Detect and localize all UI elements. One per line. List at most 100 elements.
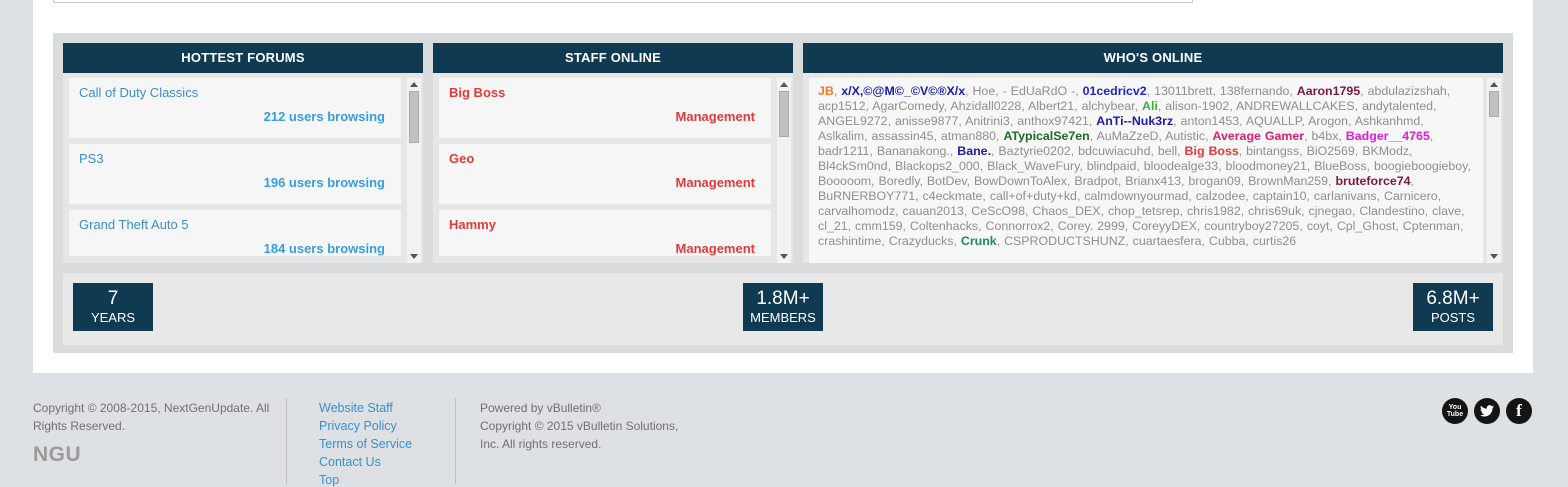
online-user-link[interactable]: Aslkalim: [818, 129, 864, 143]
online-user-link[interactable]: Corey. 2999: [1058, 219, 1125, 233]
scroll-up-icon[interactable]: [1490, 82, 1498, 87]
online-user-link[interactable]: Bradpot: [1074, 174, 1117, 188]
online-user-link[interactable]: Bl4ckSm0nd: [818, 159, 888, 173]
twitter-icon[interactable]: [1474, 398, 1500, 424]
online-user-link[interactable]: b4bx: [1312, 129, 1339, 143]
online-user-link[interactable]: Crunk: [961, 234, 997, 248]
online-user-link[interactable]: Connorrox2: [986, 219, 1051, 233]
forum-link[interactable]: PS3: [79, 151, 104, 166]
online-user-link[interactable]: AQUALLP: [1246, 114, 1302, 128]
forum-link[interactable]: Grand Theft Auto 5: [79, 217, 189, 232]
online-user-link[interactable]: Bananakong.: [877, 144, 950, 158]
online-user-link[interactable]: boogieboogieboy: [1374, 159, 1467, 173]
scroll-thumb[interactable]: [1489, 91, 1499, 117]
footer-link-privacy-policy[interactable]: Privacy Policy: [319, 417, 412, 435]
online-user-link[interactable]: Black_WaveFury: [987, 159, 1079, 173]
online-user-link[interactable]: Carnicero: [1384, 189, 1438, 203]
forums-scrollbar[interactable]: [407, 78, 421, 263]
online-user-link[interactable]: Ashkanhmd: [1355, 114, 1420, 128]
online-user-link[interactable]: Average Gamer: [1212, 129, 1304, 143]
online-user-link[interactable]: Boredly: [878, 174, 919, 188]
online-user-link[interactable]: AuMaZzeD: [1096, 129, 1158, 143]
online-user-link[interactable]: badr1211: [818, 144, 869, 158]
online-user-link[interactable]: AgarComedy: [872, 99, 943, 113]
online-user-link[interactable]: Anitrini3: [965, 114, 1010, 128]
online-user-link[interactable]: ATypicalSe7en: [1003, 129, 1089, 143]
forum-item[interactable]: Call of Duty Classics 212 users browsing: [69, 78, 401, 138]
online-user-link[interactable]: carvalhomodz: [818, 204, 895, 218]
online-user-link[interactable]: blindpaid: [1087, 159, 1137, 173]
online-user-link[interactable]: bintangss: [1246, 144, 1299, 158]
online-user-link[interactable]: alchybear: [1082, 99, 1135, 113]
online-user-link[interactable]: anton1453: [1181, 114, 1240, 128]
forum-link[interactable]: Call of Duty Classics: [79, 85, 198, 100]
online-user-link[interactable]: Autistic: [1165, 129, 1205, 143]
online-user-link[interactable]: crashintime: [818, 234, 881, 248]
online-user-link[interactable]: JB: [818, 84, 834, 98]
online-user-link[interactable]: chop_tetsrep: [1108, 204, 1180, 218]
online-user-link[interactable]: Cptenman: [1403, 219, 1460, 233]
online-user-link[interactable]: anthox97421: [1017, 114, 1089, 128]
online-user-link[interactable]: curtis26: [1253, 234, 1296, 248]
online-user-link[interactable]: Baztyrie0202: [998, 144, 1070, 158]
online-user-link[interactable]: brogan09: [1188, 174, 1240, 188]
online-user-link[interactable]: abdulazizshah: [1368, 84, 1447, 98]
online-user-link[interactable]: 138fernando: [1220, 84, 1290, 98]
online-user-link[interactable]: bdcuwiacuhd: [1078, 144, 1150, 158]
online-user-link[interactable]: Big Boss: [1185, 144, 1239, 158]
staff-name-link[interactable]: Big Boss: [449, 85, 505, 100]
online-user-link[interactable]: Albert21: [1028, 99, 1074, 113]
online-user-link[interactable]: BowDownToAlex: [974, 174, 1067, 188]
footer-link-terms[interactable]: Terms of Service: [319, 435, 412, 453]
online-user-link[interactable]: Booooom: [818, 174, 871, 188]
staff-name-link[interactable]: Hammy: [449, 217, 496, 232]
online-user-link[interactable]: Chaos_DEX: [1032, 204, 1100, 218]
online-user-link[interactable]: Ali: [1142, 99, 1158, 113]
online-user-link[interactable]: cl_21: [818, 219, 848, 233]
online-user-link[interactable]: Crazyducks: [889, 234, 954, 248]
online-user-link[interactable]: c4eckmate: [923, 189, 983, 203]
online-user-link[interactable]: Blackops2_000: [895, 159, 980, 173]
online-user-link[interactable]: CSPRODUCTSHUNZ: [1004, 234, 1125, 248]
online-user-link[interactable]: BiO2569: [1307, 144, 1355, 158]
online-user-link[interactable]: bloodealge33: [1144, 159, 1218, 173]
online-scrollbar[interactable]: [1487, 78, 1501, 263]
staff-name-link[interactable]: Geo: [449, 151, 474, 166]
online-user-link[interactable]: AnTi--Nuk3rz: [1096, 114, 1173, 128]
online-user-link[interactable]: ANGEL9272: [818, 114, 888, 128]
scroll-down-icon[interactable]: [410, 254, 418, 259]
online-user-link[interactable]: CeScO98: [971, 204, 1025, 218]
online-user-link[interactable]: bruteforce74: [1335, 174, 1410, 188]
online-user-link[interactable]: Coltenhacks: [910, 219, 978, 233]
online-user-link[interactable]: carlanivans: [1314, 189, 1377, 203]
online-user-link[interactable]: Bane.: [957, 144, 991, 158]
online-user-link[interactable]: calmdownyourmad: [1084, 189, 1188, 203]
online-user-link[interactable]: cmm159: [855, 219, 903, 233]
online-user-link[interactable]: BlueBoss: [1314, 159, 1366, 173]
online-user-link[interactable]: x/X,©@M©_©V©®X/x: [841, 84, 965, 98]
online-user-link[interactable]: BKModz: [1362, 144, 1409, 158]
footer-link-contact[interactable]: Contact Us: [319, 453, 412, 471]
ngu-logo[interactable]: NGU: [33, 443, 81, 467]
forum-item[interactable]: Grand Theft Auto 5 184 users browsing: [69, 210, 401, 256]
facebook-icon[interactable]: f: [1506, 398, 1532, 424]
online-user-link[interactable]: bloodmoney21: [1226, 159, 1307, 173]
online-user-link[interactable]: captain10: [1253, 189, 1307, 203]
online-user-link[interactable]: cuartaesfera: [1133, 234, 1202, 248]
staff-item[interactable]: Hammy Management: [439, 210, 771, 256]
online-user-link[interactable]: andytalented: [1362, 99, 1433, 113]
online-user-link[interactable]: 13011brett: [1154, 84, 1212, 98]
online-user-link[interactable]: Badger__4765: [1346, 129, 1430, 143]
online-user-link[interactable]: Cubba: [1209, 234, 1246, 248]
staff-item[interactable]: Geo Management: [439, 144, 771, 204]
online-user-link[interactable]: call+of+duty+kd: [990, 189, 1077, 203]
online-user-link[interactable]: chris1982: [1187, 204, 1241, 218]
youtube-icon[interactable]: You Tube: [1442, 398, 1468, 424]
forum-item[interactable]: PS3 196 users browsing: [69, 144, 401, 204]
online-user-link[interactable]: Cpl_Ghost: [1337, 219, 1396, 233]
online-user-link[interactable]: BotDev: [927, 174, 967, 188]
scroll-down-icon[interactable]: [780, 254, 788, 259]
online-user-link[interactable]: BrownMan259: [1248, 174, 1328, 188]
online-user-link[interactable]: clave: [1432, 204, 1461, 218]
online-user-link[interactable]: Clandestino: [1359, 204, 1424, 218]
